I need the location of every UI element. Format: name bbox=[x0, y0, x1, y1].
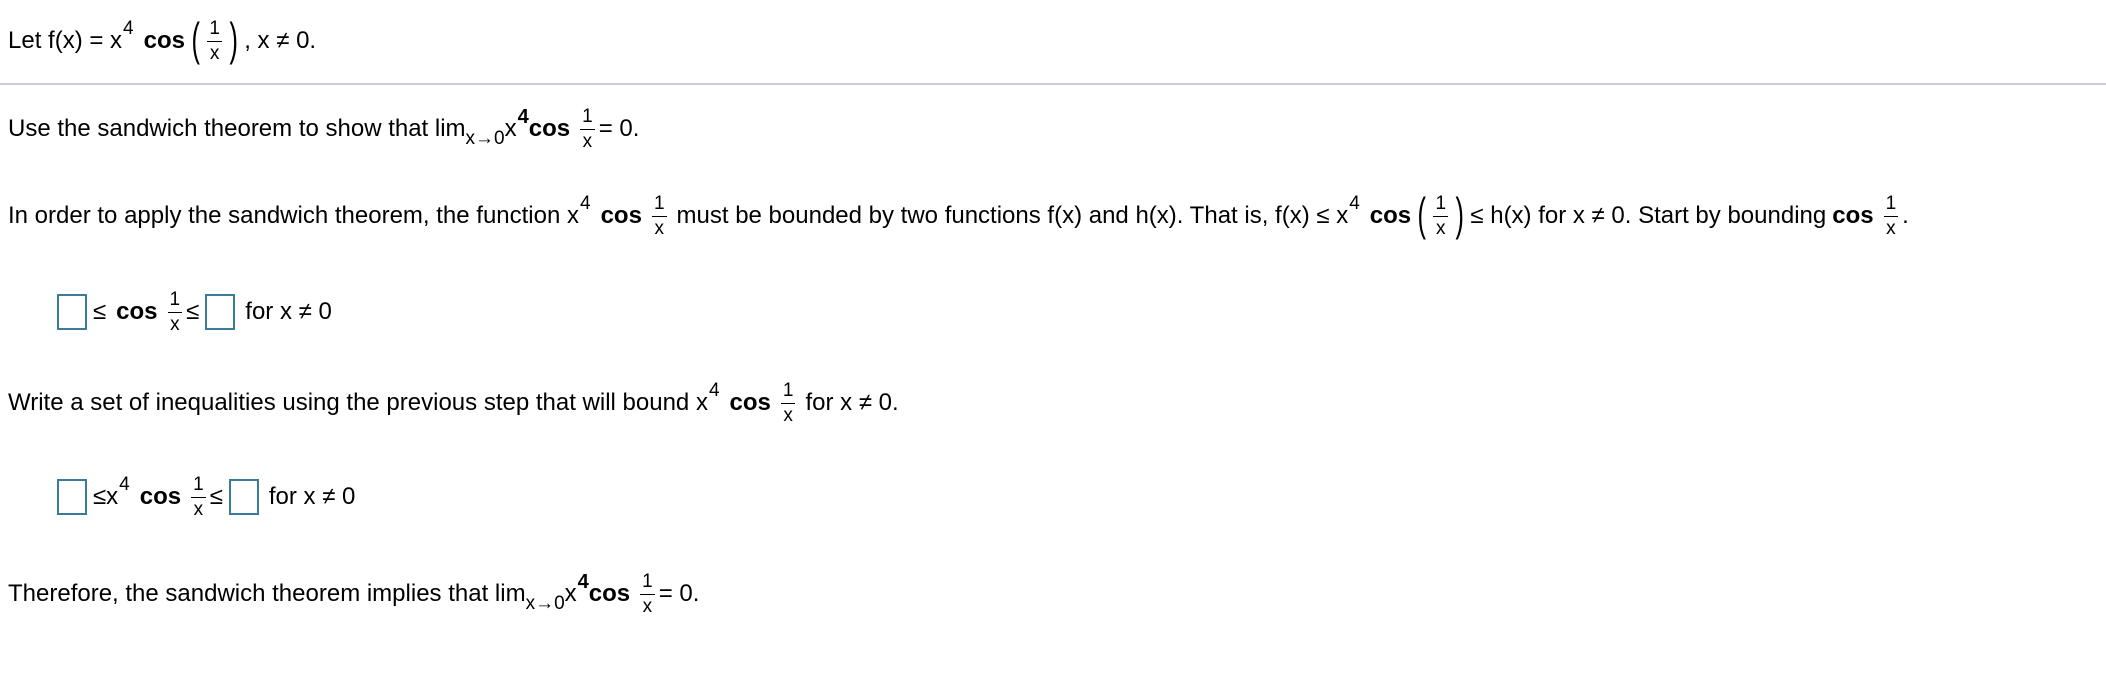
cos-label: cos bbox=[600, 202, 642, 229]
variable-x: x bbox=[564, 580, 577, 607]
cos-upper-bound-input[interactable] bbox=[205, 294, 236, 330]
variable-x: x bbox=[504, 115, 517, 142]
less-equal-sign: ≤ bbox=[93, 298, 107, 325]
condition-text: for x ≠ 0 bbox=[245, 298, 332, 325]
fraction: 1 x bbox=[1883, 193, 1899, 239]
prompt-text: Use the sandwich theorem to show that li… bbox=[8, 115, 466, 142]
exponent: 4 bbox=[517, 105, 529, 128]
exponent: 4 bbox=[708, 380, 720, 401]
bounding-instruction: In order to apply the sandwich theorem, … bbox=[8, 188, 1909, 240]
parenthesized-fraction: ( 1 x ) bbox=[191, 13, 238, 65]
exponent: 4 bbox=[119, 474, 130, 495]
exponent: 4 bbox=[580, 193, 591, 214]
cos-label: cos bbox=[528, 115, 571, 142]
conclusion-text: Therefore, the sandwich theorem implies … bbox=[8, 580, 526, 607]
fraction: 1 x bbox=[580, 106, 595, 152]
parenthesized-fraction: ( 1 x ) bbox=[1417, 188, 1464, 240]
cos-label: cos bbox=[139, 483, 182, 510]
less-equal-sign: ≤ bbox=[209, 483, 223, 510]
instruction-text: Write a set of inequalities using the pr… bbox=[8, 389, 708, 416]
tail-text: = 0. bbox=[598, 115, 640, 142]
function-definition: Let f(x) = x 4 cos ( 1 x ) , x ≠ 0. bbox=[8, 13, 317, 65]
tail-text: for x ≠ 0. bbox=[805, 389, 899, 416]
cos-bound-inequality: ≤ cos 1 x ≤ for x ≠ 0 bbox=[57, 290, 332, 334]
cos-label: cos bbox=[116, 298, 158, 325]
function-upper-bound-input[interactable] bbox=[228, 479, 259, 515]
divider bbox=[0, 83, 2106, 85]
tail-text: . bbox=[1902, 202, 1909, 229]
function-lower-bound-input[interactable] bbox=[57, 479, 87, 515]
instruction-text-a: In order to apply the sandwich theorem, … bbox=[8, 202, 579, 229]
cos-label: cos bbox=[588, 580, 631, 607]
fraction: 1 x bbox=[1433, 193, 1449, 239]
instruction-text-b: must be bounded by two functions f(x) an… bbox=[676, 202, 1349, 229]
cos-label: cos bbox=[729, 389, 771, 416]
question-prompt: Use the sandwich theorem to show that li… bbox=[8, 105, 640, 152]
tail-text: = 0. bbox=[658, 580, 700, 607]
fraction: 1 x bbox=[167, 289, 183, 335]
limit-subscript: x→0 bbox=[525, 593, 565, 614]
fraction: 1 x bbox=[780, 380, 796, 426]
limit-subscript: x→0 bbox=[465, 128, 505, 149]
cos-lower-bound-input[interactable] bbox=[57, 294, 87, 330]
exponent: 4 bbox=[577, 570, 589, 593]
exponent: 4 bbox=[123, 18, 134, 39]
intro-text: Let f(x) = x bbox=[8, 27, 123, 54]
less-equal-sign: ≤ bbox=[186, 298, 200, 325]
function-bound-inequality: ≤ x 4 cos 1 x ≤ for x ≠ 0 bbox=[57, 474, 356, 520]
condition-text: for x ≠ 0 bbox=[268, 483, 356, 510]
instruction-text-c: ≤ h(x) for x ≠ 0. Start by bounding bbox=[1470, 202, 1827, 229]
conclusion: Therefore, the sandwich theorem implies … bbox=[8, 570, 700, 617]
tail-text: , x ≠ 0. bbox=[244, 27, 317, 54]
variable-x: x bbox=[106, 483, 119, 510]
fraction: 1 x bbox=[207, 18, 222, 64]
exponent: 4 bbox=[1349, 193, 1360, 214]
fraction: 1 x bbox=[651, 193, 667, 239]
cos-label: cos bbox=[143, 27, 185, 54]
cos-label: cos bbox=[1369, 202, 1412, 229]
cos-label: cos bbox=[1832, 202, 1874, 229]
fraction: 1 x bbox=[640, 571, 655, 617]
inequality-instruction: Write a set of inequalities using the pr… bbox=[8, 380, 899, 426]
less-equal-sign: ≤ bbox=[93, 483, 107, 510]
fraction: 1 x bbox=[191, 474, 206, 520]
